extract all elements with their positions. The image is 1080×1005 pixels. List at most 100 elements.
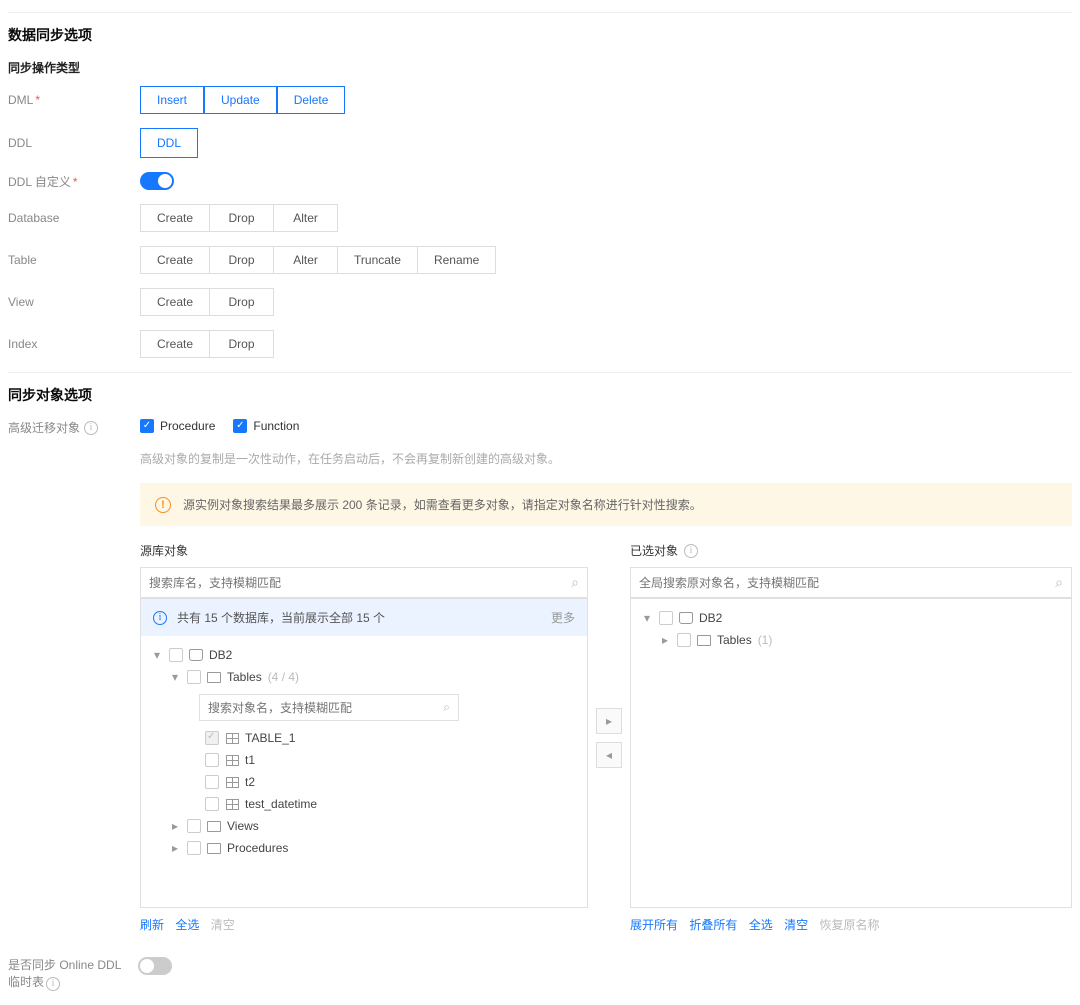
table-checkbox[interactable] [205,731,219,745]
tree-row-table3[interactable]: t2 [199,771,583,793]
source-info-more[interactable]: 更多 [551,609,575,626]
caret-down-icon[interactable]: ▾ [641,611,653,625]
table-name: test_datetime [245,797,317,811]
move-right-button[interactable]: ▸ [596,708,622,734]
select-all-link[interactable]: 全选 [175,918,199,932]
info-icon: i [84,421,98,435]
dml-delete-button[interactable]: Delete [277,86,346,114]
info-icon: i [153,611,167,625]
source-inner-search[interactable]: ⌕ [199,694,459,721]
caret-down-icon[interactable]: ▾ [169,670,181,684]
tree-row-tables[interactable]: ▾ Tables (4 / 4) [163,666,583,688]
table-name: TABLE_1 [245,731,295,745]
index-create-button[interactable]: Create [140,330,210,358]
table-checkbox[interactable] [205,797,219,811]
source-search-input[interactable]: ⌕ [140,567,588,598]
caret-down-icon[interactable]: ▾ [151,648,163,662]
tree-row-table1[interactable]: TABLE_1 [199,727,583,749]
selected-search-input[interactable]: ⌕ [630,567,1072,598]
database-create-button[interactable]: Create [140,204,210,232]
dml-update-button[interactable]: Update [204,86,277,114]
view-create-button[interactable]: Create [140,288,210,316]
selected-actions: 展开所有 折叠所有 全选 清空 恢复原名称 [630,916,1072,933]
dml-button-group: Insert Update Delete [140,86,345,114]
table-alter-button[interactable]: Alter [274,246,338,274]
sync-options-title: 数据同步选项 [8,25,1072,45]
table-truncate-button[interactable]: Truncate [338,246,418,274]
table-icon [225,775,239,789]
tables-label: Tables [717,633,752,647]
warning-icon: ! [155,497,171,513]
procedures-label: Procedures [227,841,288,855]
table-drop-button[interactable]: Drop [210,246,274,274]
table-name: t2 [245,775,255,789]
db-checkbox[interactable] [169,648,183,662]
adv-obj-hint: 高级对象的复制是一次性动作，在任务启动后，不会再复制新创建的高级对象。 [140,450,1072,467]
ddl-button[interactable]: DDL [140,128,198,158]
database-icon [189,648,203,662]
index-drop-button[interactable]: Drop [210,330,274,358]
views-label: Views [227,819,259,833]
table-checkbox[interactable] [205,775,219,789]
info-icon: i [46,977,60,991]
tree-row-db[interactable]: ▾ DB2 [145,644,583,666]
database-button-group: Create Drop Alter [140,204,338,232]
view-label: View [8,295,140,309]
db-name: DB2 [699,611,722,625]
refresh-link[interactable]: 刷新 [140,918,164,932]
caret-right-icon[interactable]: ▸ [659,633,671,647]
table-rename-button[interactable]: Rename [418,246,496,274]
restore-name-link: 恢复原名称 [819,918,879,932]
database-icon [679,611,693,625]
database-label: Database [8,211,140,225]
database-alter-button[interactable]: Alter [274,204,338,232]
db-name: DB2 [209,648,232,662]
table-button-group: Create Drop Alter Truncate Rename [140,246,496,274]
table-name: t1 [245,753,255,767]
tree-row-procedures[interactable]: ▸ Procedures [163,837,583,859]
online-ddl-label: 是否同步 Online DDL 临时表i [8,957,128,991]
ddl-custom-switch[interactable] [140,172,174,190]
online-ddl-switch[interactable] [138,957,172,975]
clear-link[interactable]: 清空 [784,918,808,932]
table-icon [225,753,239,767]
view-drop-button[interactable]: Drop [210,288,274,316]
views-checkbox[interactable] [187,819,201,833]
dml-insert-button[interactable]: Insert [140,86,204,114]
tree-row-tables[interactable]: ▸ Tables (1) [653,629,1067,651]
caret-right-icon[interactable]: ▸ [169,841,181,855]
table-checkbox[interactable] [205,753,219,767]
procedure-checkbox[interactable]: Procedure [140,419,215,433]
source-objects-label: 源库对象 [140,542,188,559]
tree-row-table2[interactable]: t1 [199,749,583,771]
procedures-checkbox[interactable] [187,841,201,855]
view-button-group: Create Drop [140,288,274,316]
ddl-custom-label: DDL 自定义* [8,173,140,190]
table-create-button[interactable]: Create [140,246,210,274]
db-checkbox[interactable] [659,611,673,625]
database-drop-button[interactable]: Drop [210,204,274,232]
expand-all-link[interactable]: 展开所有 [630,918,678,932]
collapse-all-link[interactable]: 折叠所有 [689,918,737,932]
sync-op-type-subtitle: 同步操作类型 [8,59,1072,76]
caret-right-icon[interactable]: ▸ [169,819,181,833]
tables-checkbox[interactable] [187,670,201,684]
source-actions: 刷新 全选 清空 [140,916,588,933]
ddl-label: DDL [8,136,140,150]
search-icon: ⌕ [443,700,450,715]
source-info-bar: i 共有 15 个数据库，当前展示全部 15 个 更多 [141,599,587,636]
selected-tree: ▾ DB2 ▸ Tables (1) [631,599,1071,907]
move-left-button[interactable]: ◂ [596,742,622,768]
search-limit-alert: ! 源实例对象搜索结果最多展示 200 条记录，如需查看更多对象，请指定对象名称… [140,483,1072,526]
selected-objects-label: 已选对象 [630,542,678,559]
tables-count: (4 / 4) [268,670,299,684]
source-tree: ▾ DB2 ▾ Tables (4 / 4) ⌕ [141,636,587,907]
tables-checkbox[interactable] [677,633,691,647]
table-icon [225,731,239,745]
tree-row-views[interactable]: ▸ Views [163,815,583,837]
tree-row-table4[interactable]: test_datetime [199,793,583,815]
table-icon [225,797,239,811]
tree-row-db[interactable]: ▾ DB2 [635,607,1067,629]
function-checkbox[interactable]: Function [233,419,299,433]
select-all-link[interactable]: 全选 [749,918,773,932]
